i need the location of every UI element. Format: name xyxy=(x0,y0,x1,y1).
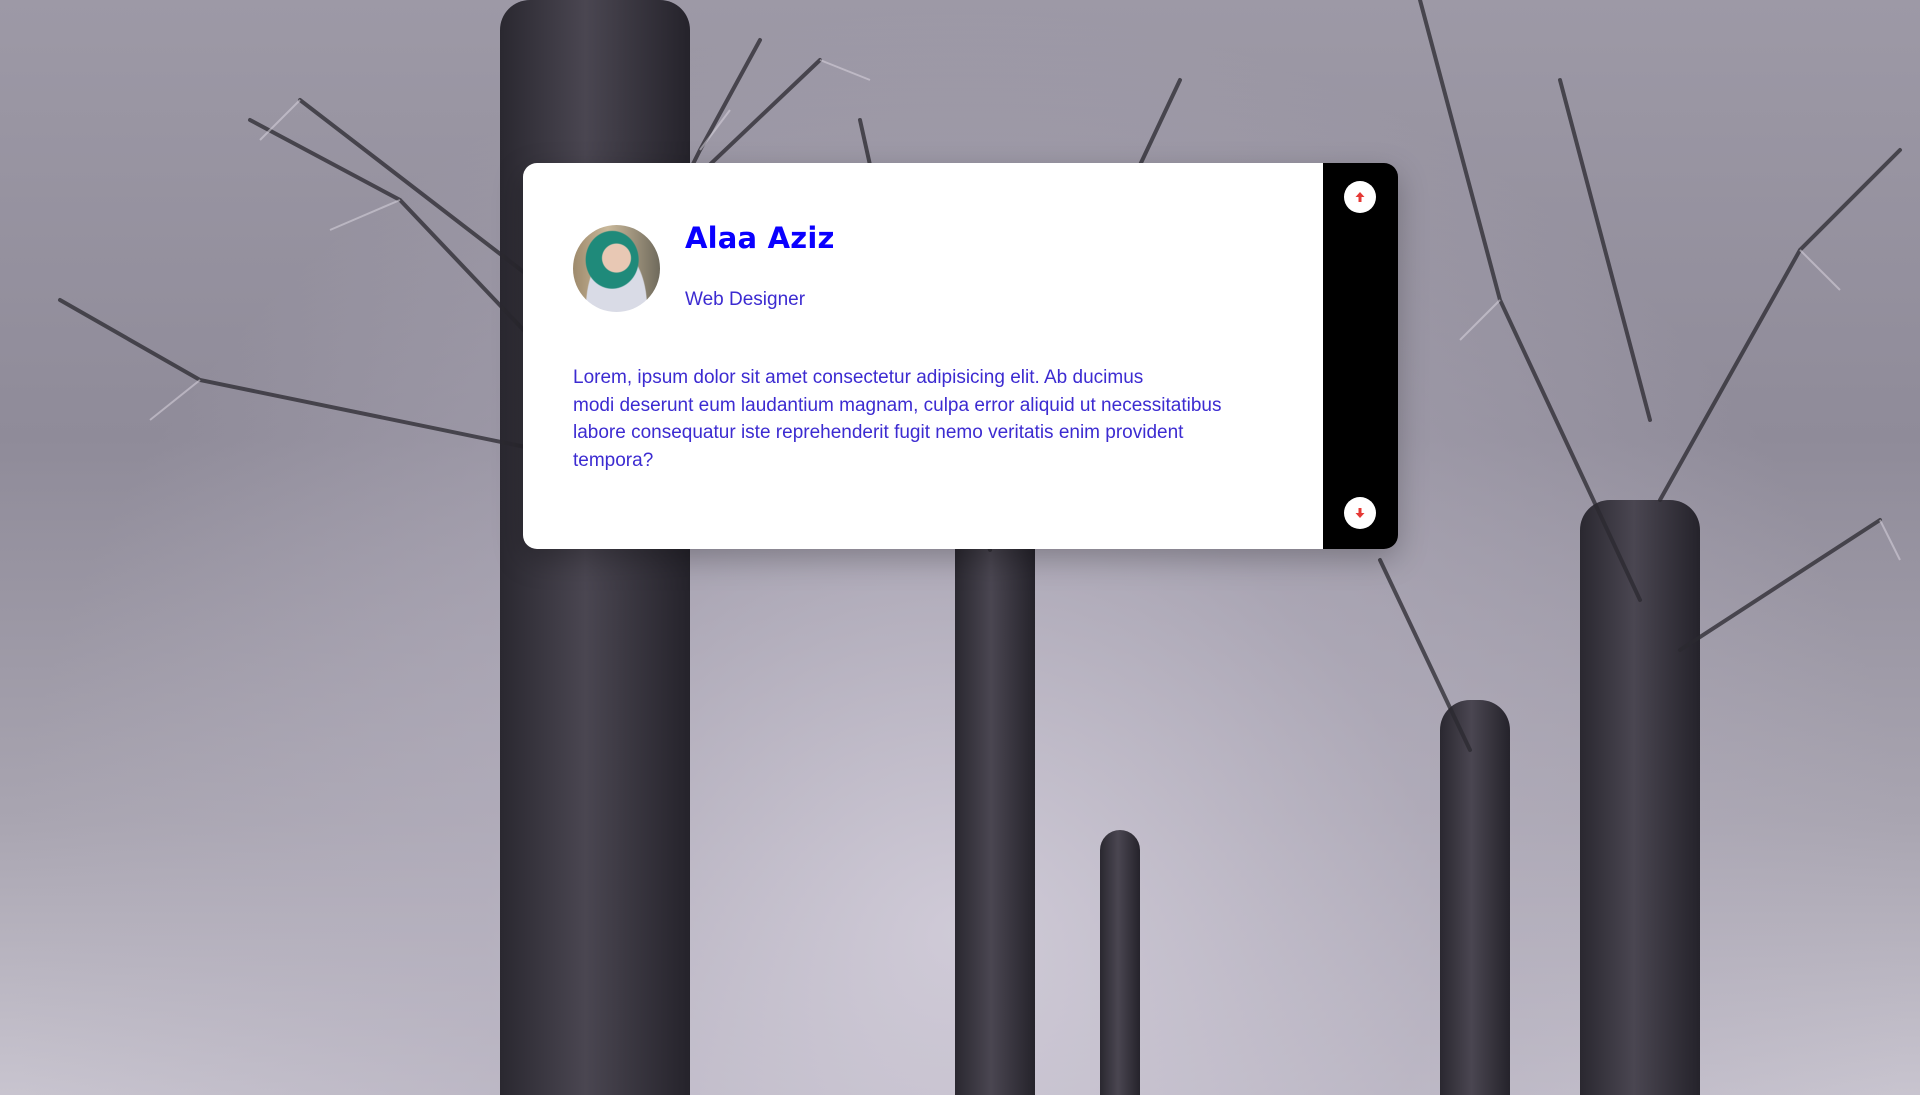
bio-line: tempora? xyxy=(573,449,654,471)
bio-line: modi deserunt eum laudantium magnam, cul… xyxy=(573,394,1222,416)
profile-card-content: Alaa Aziz Web Designer Lorem, ipsum dolo… xyxy=(523,163,1323,549)
profile-name: Alaa Aziz xyxy=(685,221,835,255)
next-button[interactable] xyxy=(1344,497,1376,529)
profile-header: Alaa Aziz Web Designer xyxy=(573,213,1323,312)
profile-bio: Lorem, ipsum dolor sit amet consectetur … xyxy=(573,364,1293,474)
avatar xyxy=(573,225,660,312)
bio-line: labore consequatur iste reprehenderit fu… xyxy=(573,422,1184,443)
profile-role: Web Designer xyxy=(685,289,806,310)
arrow-down-icon xyxy=(1355,508,1365,518)
profile-card: Alaa Aziz Web Designer Lorem, ipsum dolo… xyxy=(523,163,1398,549)
arrow-up-icon xyxy=(1355,192,1365,202)
bio-line: Lorem, ipsum dolor sit amet consectetur … xyxy=(573,367,1144,388)
profile-text: Alaa Aziz Web Designer xyxy=(685,213,835,311)
previous-button[interactable] xyxy=(1344,181,1376,213)
card-nav-sidebar xyxy=(1323,163,1398,549)
